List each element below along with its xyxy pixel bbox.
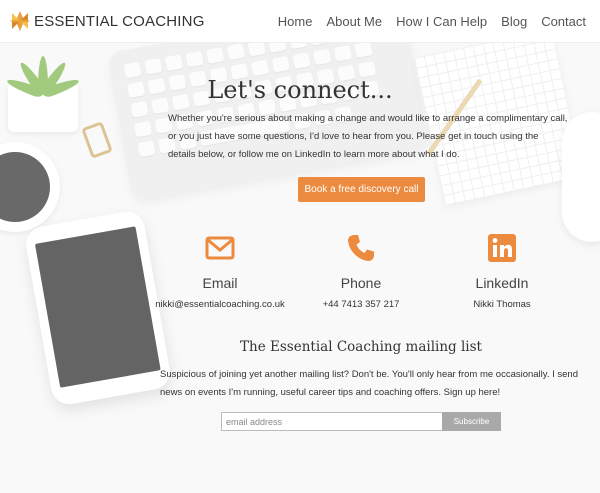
main-nav: Home About Me How I Can Help Blog Contac…: [264, 14, 586, 29]
logo-mark-icon: [10, 11, 30, 31]
mailing-list-title: The Essential Coaching mailing list: [240, 339, 482, 355]
contact-email[interactable]: Email nikki@essentialcoaching.co.uk: [150, 232, 290, 310]
contact-label: LinkedIn: [475, 275, 529, 291]
nav-item-about-me[interactable]: About Me: [326, 14, 382, 29]
nav-item-home[interactable]: Home: [278, 14, 313, 29]
phone-icon: [348, 235, 374, 261]
site-header: ESSENTIAL COACHING Home About Me How I C…: [0, 0, 600, 43]
nav-item-contact[interactable]: Contact: [541, 14, 586, 29]
nav-item-blog[interactable]: Blog: [501, 14, 527, 29]
email-address-input[interactable]: [221, 412, 443, 431]
subscribe-button[interactable]: Subscribe: [442, 412, 501, 431]
contact-value[interactable]: Nikki Thomas: [432, 299, 572, 310]
contact-label: Email: [202, 275, 238, 291]
contact-phone[interactable]: Phone +44 7413 357 217: [291, 232, 431, 310]
nav-item-how-i-can-help[interactable]: How I Can Help: [396, 14, 487, 29]
contact-value[interactable]: +44 7413 357 217: [291, 299, 431, 310]
site-logo[interactable]: ESSENTIAL COACHING: [10, 11, 205, 31]
contact-linkedin[interactable]: LinkedIn Nikki Thomas: [432, 232, 572, 310]
envelope-icon: [205, 236, 235, 260]
contact-section: Let's connect... Whether you're serious …: [0, 42, 600, 493]
book-discovery-call-button[interactable]: Book a free discovery call: [298, 177, 425, 202]
mailing-list-text: Suspicious of joining yet another mailin…: [160, 369, 578, 398]
linkedin-icon: [488, 234, 516, 262]
page-title: Let's connect...: [207, 76, 393, 104]
intro-text: Whether you're serious about making a ch…: [168, 113, 568, 160]
contact-label: Phone: [340, 275, 382, 291]
brand-name: ESSENTIAL COACHING: [34, 12, 205, 30]
contact-value[interactable]: nikki@essentialcoaching.co.uk: [150, 299, 290, 310]
